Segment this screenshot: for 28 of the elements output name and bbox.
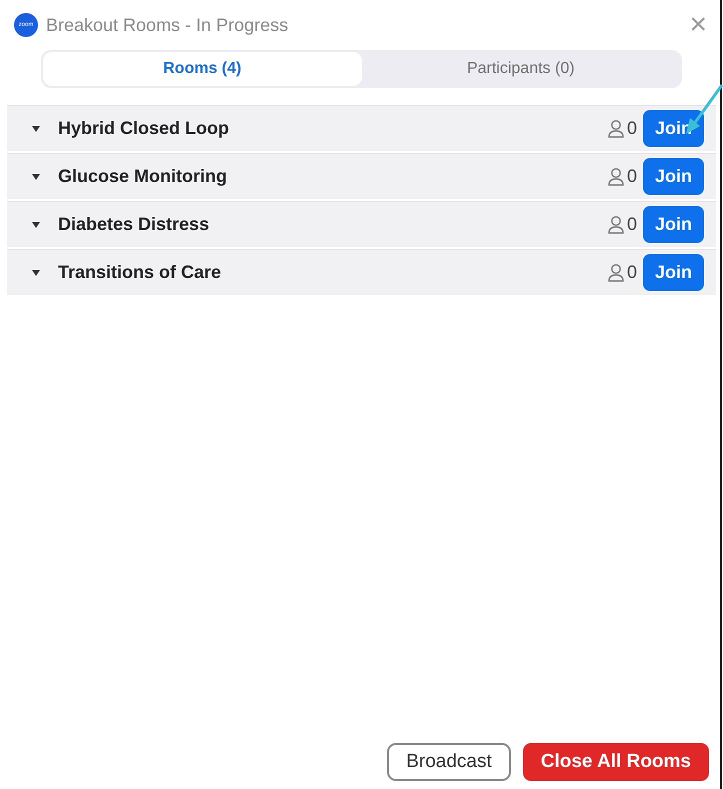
room-name: Transitions of Care: [58, 261, 222, 284]
room-name: Glucose Monitoring: [58, 165, 227, 188]
person-icon: [608, 166, 624, 186]
room-name: Diabetes Distress: [58, 213, 210, 236]
join-button[interactable]: Join: [642, 206, 704, 243]
caret-icon[interactable]: [31, 172, 41, 180]
tab[interactable]: Participants (0): [362, 52, 680, 86]
room-row[interactable]: Transitions of Care 0 Join: [7, 249, 716, 295]
room-row[interactable]: Glucose Monitoring 0 Join: [7, 153, 716, 199]
participant-count: 0: [626, 261, 637, 284]
participant-count: 0: [626, 117, 637, 140]
join-button[interactable]: Join: [642, 158, 704, 195]
caret-icon[interactable]: [31, 220, 41, 228]
caret-icon[interactable]: [31, 124, 41, 132]
person-icon: [608, 262, 624, 282]
room-name: Hybrid Closed Loop: [58, 117, 229, 140]
caret-icon[interactable]: [31, 268, 41, 276]
close-all-rooms-button[interactable]: Close All Rooms: [522, 743, 709, 781]
person-icon: [608, 118, 624, 138]
join-button[interactable]: Join: [642, 254, 704, 291]
participant-count: 0: [626, 165, 637, 188]
participant-count: 0: [626, 213, 637, 236]
person-icon: [608, 214, 624, 234]
room-row[interactable]: Diabetes Distress 0 Join: [7, 201, 716, 247]
close-button[interactable]: ×: [689, 10, 707, 40]
tab[interactable]: Rooms (4): [43, 52, 362, 86]
window-title: Breakout Rooms - In Progress: [46, 14, 288, 37]
broadcast-button[interactable]: Broadcast: [387, 743, 511, 781]
